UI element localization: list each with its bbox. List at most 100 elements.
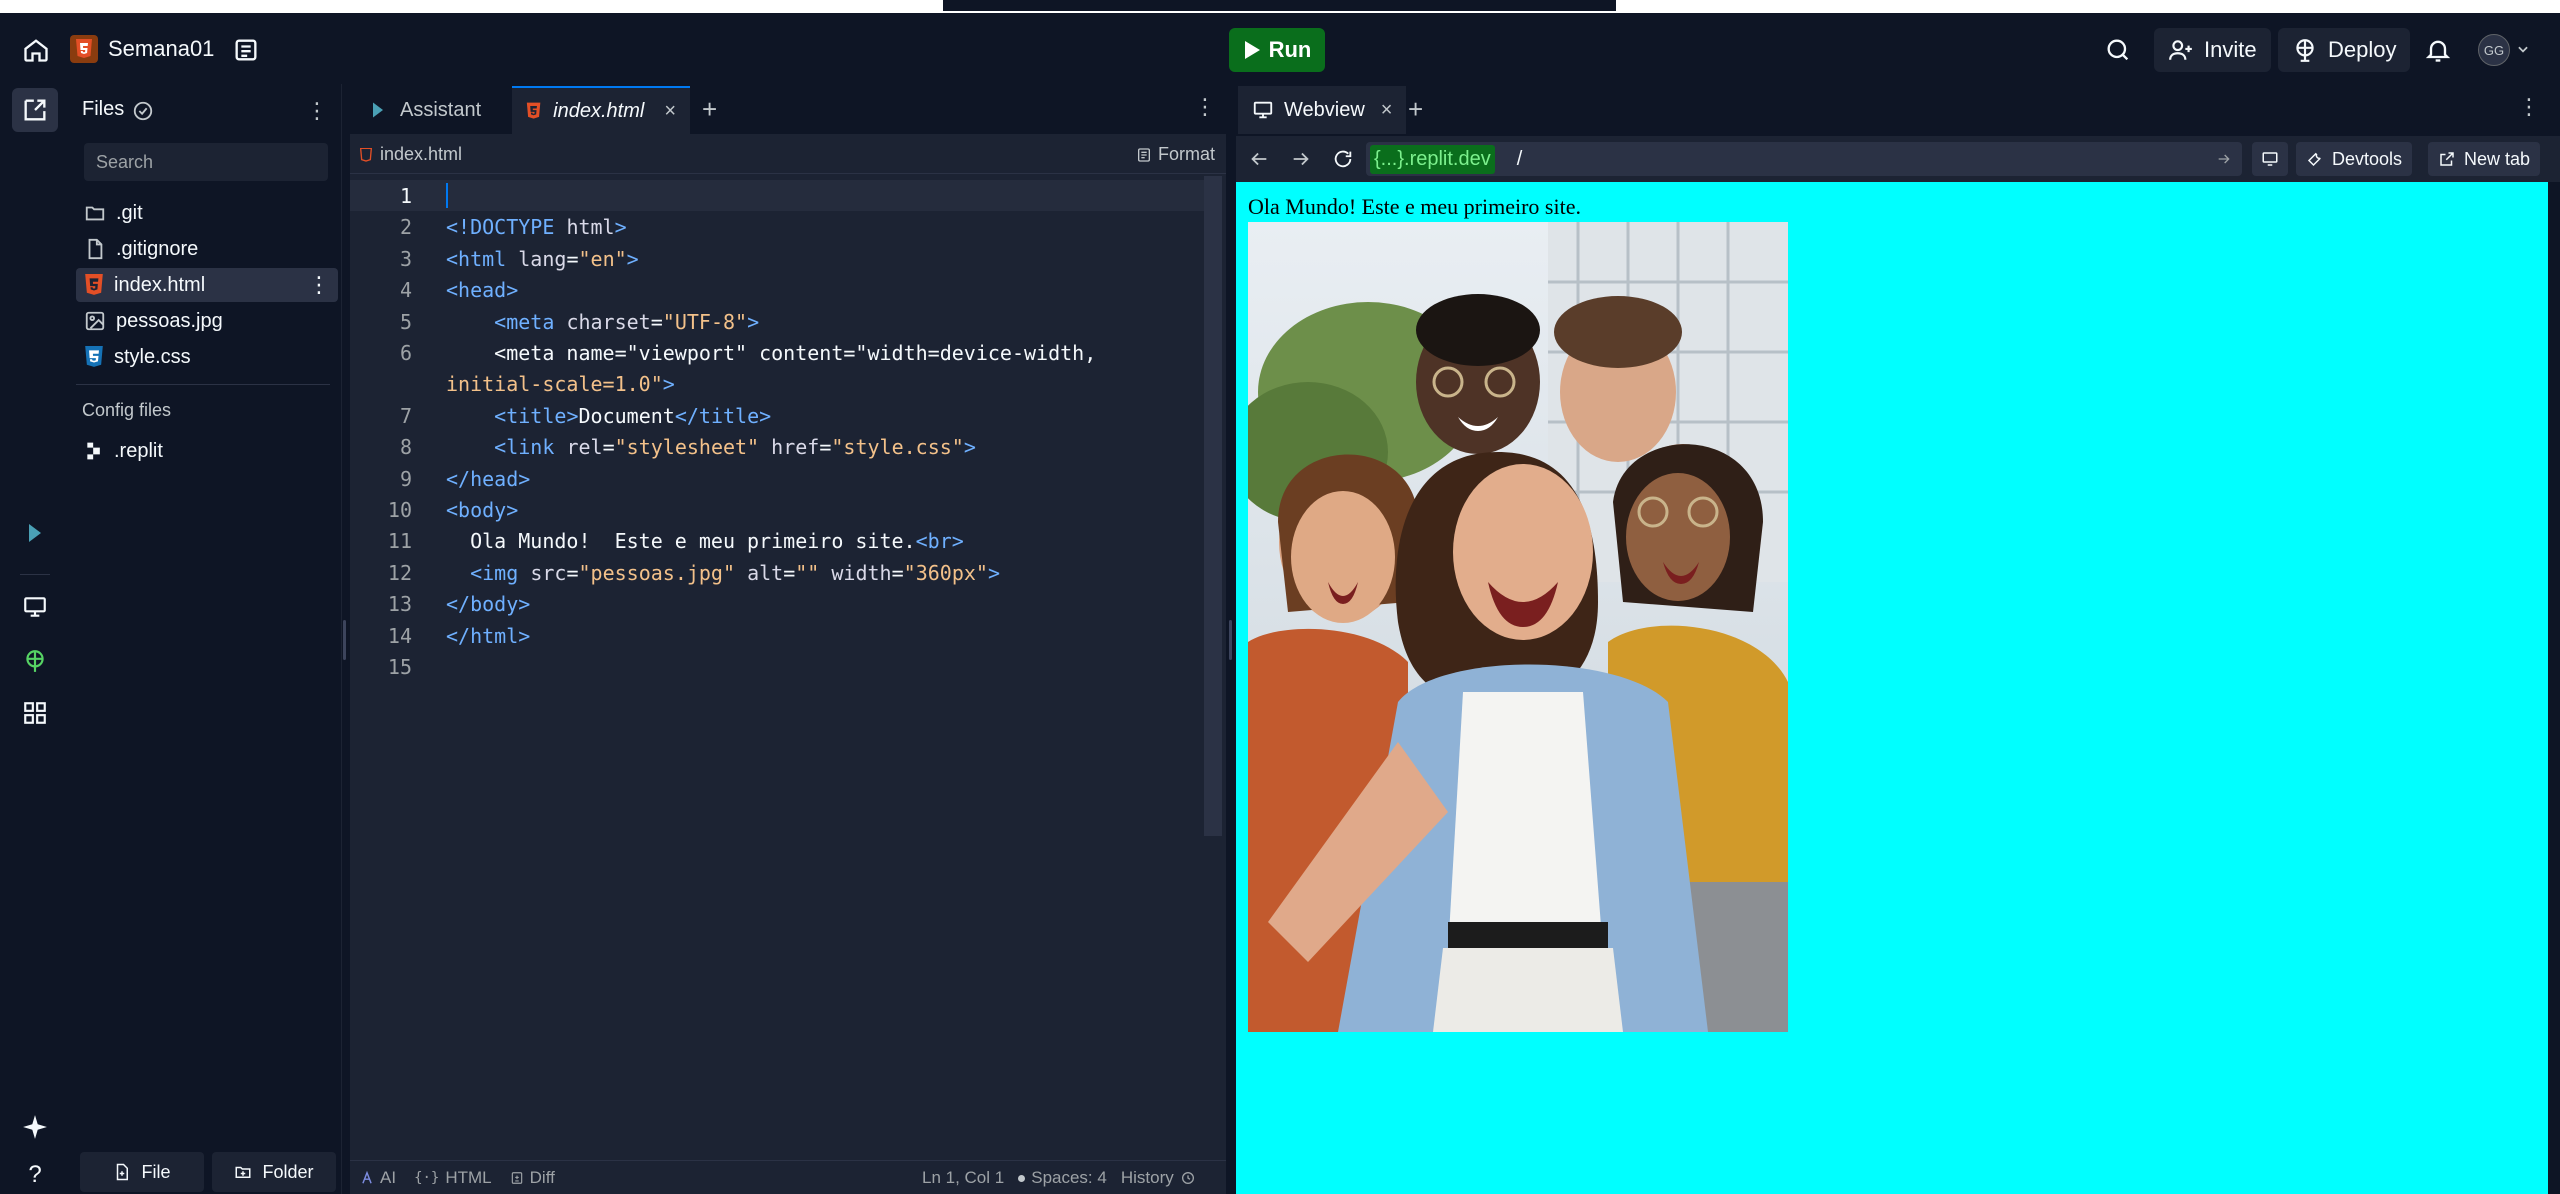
- dot-icon: [1018, 1174, 1026, 1182]
- device-toggle-button[interactable]: [2252, 142, 2288, 176]
- code-line[interactable]: <html lang="en">: [446, 247, 639, 271]
- file-item-gitignore[interactable]: .gitignore: [76, 232, 338, 266]
- new-file-label: File: [141, 1161, 171, 1182]
- sparkle-icon[interactable]: [20, 1112, 50, 1142]
- help-icon[interactable]: ?: [20, 1160, 50, 1190]
- chevron-down-icon[interactable]: [2516, 42, 2530, 56]
- url-path[interactable]: /: [1517, 148, 1523, 171]
- avatar[interactable]: GG: [2478, 34, 2510, 66]
- status-language-label: HTML: [445, 1168, 492, 1187]
- line-number: 10: [387, 498, 412, 522]
- code-line[interactable]: <meta name="viewport" content="width=dev…: [446, 341, 1096, 365]
- deploy-button[interactable]: Deploy: [2278, 28, 2411, 72]
- file-item-replit[interactable]: .replit: [76, 434, 338, 468]
- file-item-style-css[interactable]: style.css: [76, 340, 338, 374]
- pessoas-image: [1248, 222, 1788, 1032]
- tab-index-html[interactable]: index.html ×: [512, 86, 690, 134]
- webview-menu-icon[interactable]: ⋮: [2518, 94, 2540, 120]
- new-file-button[interactable]: File: [80, 1152, 204, 1192]
- history-icon: [1181, 1172, 1194, 1184]
- reload-icon[interactable]: [1332, 148, 1354, 170]
- tab-assistant[interactable]: Assistant: [354, 86, 495, 134]
- status-diff[interactable]: Diff: [510, 1168, 555, 1188]
- add-user-icon: [2169, 40, 2192, 60]
- invite-button[interactable]: Invite: [2154, 28, 2271, 72]
- line-number: 8: [399, 435, 412, 460]
- home-icon[interactable]: [22, 36, 50, 64]
- invite-label: Invite: [2204, 37, 2257, 62]
- search-input[interactable]: Search: [84, 143, 328, 181]
- code-line[interactable]: <head>: [446, 278, 518, 302]
- file-name: index.html: [114, 273, 206, 296]
- file-name: style.css: [114, 345, 191, 368]
- indentation[interactable]: Spaces: 4: [1018, 1168, 1107, 1188]
- go-arrow-icon[interactable]: [2216, 151, 2232, 167]
- image-icon: [85, 311, 105, 331]
- file-icon: [88, 238, 103, 260]
- files-title-label: Files: [82, 98, 125, 120]
- file-item-git[interactable]: .git: [76, 196, 338, 230]
- tab-label: Assistant: [400, 98, 482, 121]
- breadcrumb-item[interactable]: index.html: [360, 144, 462, 165]
- editor-scrollbar[interactable]: [1204, 176, 1222, 836]
- search-icon[interactable]: [2104, 36, 2132, 64]
- bell-icon[interactable]: [2424, 36, 2452, 64]
- files-menu-icon[interactable]: ⋮: [306, 98, 328, 124]
- line-number: 5: [399, 309, 412, 334]
- code-line[interactable]: <title>Document</title>: [446, 404, 771, 428]
- code-line[interactable]: <link rel="stylesheet" href="style.css">: [446, 435, 976, 459]
- run-label: Run: [1268, 37, 1312, 62]
- code-line[interactable]: <body>: [446, 498, 518, 522]
- add-tab-icon[interactable]: +: [1408, 94, 1423, 125]
- tab-webview[interactable]: Webview ×: [1238, 86, 1407, 134]
- devtools-button[interactable]: Devtools: [2296, 142, 2413, 176]
- project-menu-icon[interactable]: [232, 36, 260, 64]
- panel-resize-handle[interactable]: [343, 620, 346, 660]
- status-language[interactable]: {·} HTML: [414, 1168, 492, 1188]
- html5-project-icon: [70, 35, 98, 63]
- panel-resize-handle[interactable]: [1229, 620, 1232, 660]
- code-line[interactable]: </body>: [446, 592, 530, 616]
- code-editor[interactable]: 1 2 <!DOCTYPE html> 3 <html lang="en"> 4 <head…: [350, 176, 1206, 1146]
- url-bar[interactable]: {...}.replit.dev /: [1366, 142, 2242, 176]
- close-icon[interactable]: ×: [664, 100, 676, 123]
- format-button[interactable]: Format: [1136, 144, 1215, 165]
- cursor-position[interactable]: Ln 1, Col 1: [922, 1168, 1004, 1188]
- files-tool-icon[interactable]: [12, 88, 58, 132]
- code-line[interactable]: <img src="pessoas.jpg" alt="" width="360…: [446, 561, 1000, 585]
- html5-icon: [85, 274, 103, 295]
- add-tab-icon[interactable]: +: [702, 94, 717, 125]
- new-folder-button[interactable]: Folder: [212, 1152, 336, 1192]
- file-item-index-html[interactable]: index.html ⋮: [76, 268, 338, 302]
- history-button[interactable]: History: [1121, 1168, 1196, 1188]
- rail-divider: [20, 574, 50, 575]
- new-tab-button[interactable]: New tab: [2428, 142, 2541, 176]
- code-line[interactable]: Ola Mundo! Este e meu primeiro site.<br>: [446, 529, 964, 553]
- history-label: History: [1120, 1168, 1174, 1187]
- file-name: .git: [116, 201, 143, 224]
- code-line[interactable]: <meta charset="UTF-8">: [446, 310, 759, 334]
- run-button[interactable]: Run: [1229, 28, 1325, 72]
- close-icon[interactable]: ×: [1381, 99, 1393, 122]
- code-line[interactable]: </head>: [446, 467, 530, 491]
- code-line[interactable]: initial-scale=1.0">: [446, 372, 675, 396]
- code-line[interactable]: </html>: [446, 624, 530, 648]
- deploy-tool-icon[interactable]: [20, 646, 50, 676]
- tab-label: Webview: [1284, 98, 1365, 121]
- code-line[interactable]: <!DOCTYPE html>: [446, 215, 627, 239]
- apps-grid-icon[interactable]: [20, 698, 50, 728]
- rendered-page-text: Ola Mundo! Este e meu primeiro site.: [1248, 194, 1581, 219]
- editor-menu-icon[interactable]: ⋮: [1194, 94, 1216, 120]
- file-more-icon[interactable]: ⋮: [308, 272, 330, 298]
- file-item-pessoas-jpg[interactable]: pessoas.jpg: [76, 304, 338, 338]
- assistant-tool-icon[interactable]: [20, 518, 50, 548]
- project-name[interactable]: Semana01: [108, 36, 214, 62]
- status-ai[interactable]: AI: [360, 1168, 396, 1188]
- status-ai-label: AI: [380, 1168, 397, 1187]
- back-icon[interactable]: [1248, 148, 1270, 170]
- forward-icon[interactable]: [1290, 148, 1312, 170]
- html5-icon: [360, 147, 372, 162]
- tab-label: index.html: [553, 99, 645, 122]
- top-strip-handle: [943, 0, 1616, 11]
- monitor-tool-icon[interactable]: [20, 592, 50, 622]
